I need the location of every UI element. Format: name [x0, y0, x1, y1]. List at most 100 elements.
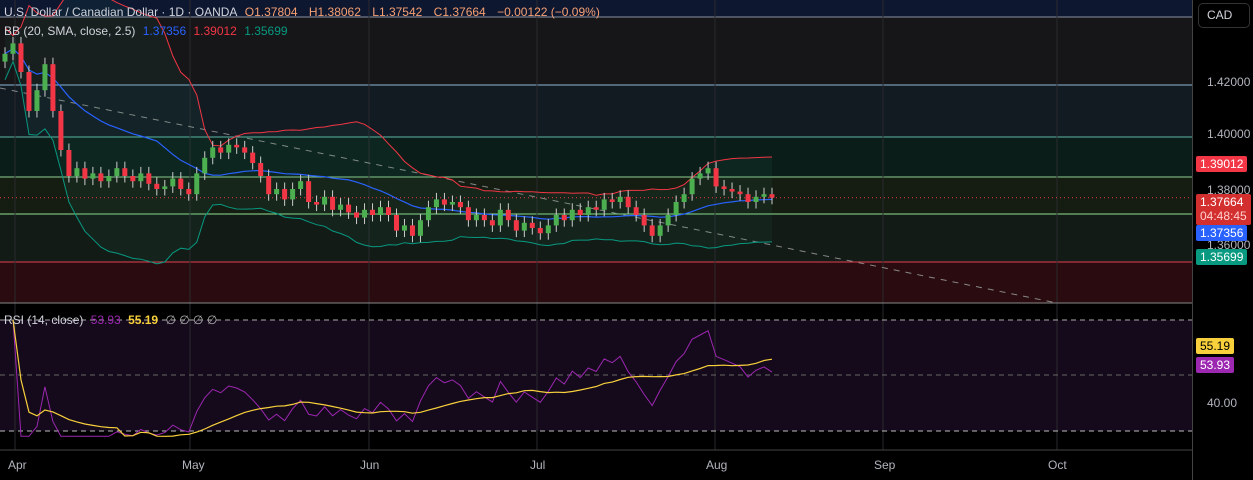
candle-body [106, 176, 112, 182]
candle-body [657, 225, 663, 236]
last-price-tag: 1.37664 04:48:45 [1196, 194, 1251, 225]
candle-body [481, 215, 487, 221]
candle-body [378, 207, 384, 215]
candle-body [306, 181, 312, 202]
candle-body [545, 225, 551, 234]
symbol-legend: U.S. Dollar / Canadian Dollar · 1D · OAN… [4, 5, 604, 19]
bar-countdown: 04:48:45 [1200, 209, 1247, 223]
low-value: 1.37542 [378, 5, 423, 19]
candle-body [290, 189, 296, 200]
candle-body [553, 215, 559, 226]
candle-body [34, 90, 40, 111]
candle-body [689, 178, 695, 195]
candle-body [505, 209, 511, 221]
rsi-tick: 40.00 [1207, 396, 1238, 410]
candle-body [114, 168, 120, 176]
candle-body [146, 173, 152, 184]
candle-body [226, 144, 232, 153]
time-tick: Sep [874, 458, 896, 472]
price-chart[interactable] [0, 0, 1192, 480]
candle-body [202, 157, 208, 174]
candle-body [729, 189, 735, 192]
last-price: 1.37664 [1200, 195, 1244, 209]
candle-body [393, 215, 399, 231]
candle-body [609, 199, 615, 202]
rsi-label: RSI (14, close) [4, 313, 84, 327]
candle-body [417, 220, 423, 236]
candle-body [625, 196, 631, 208]
candle-body [362, 209, 368, 218]
candle-body [745, 194, 751, 202]
candle-body [433, 199, 439, 208]
candle-body [82, 168, 88, 179]
candle-body [673, 202, 679, 215]
candle-body [449, 202, 455, 205]
candle-body [314, 202, 320, 205]
candle-body [186, 189, 192, 195]
candle-body [242, 147, 248, 153]
low-label: L [372, 5, 379, 19]
candle-body [250, 152, 256, 163]
rsi-ma-tag: 55.19 [1196, 338, 1235, 354]
candle-body [721, 186, 727, 189]
candle-body [577, 209, 583, 215]
candle-body [585, 207, 591, 215]
candle-body [42, 64, 48, 91]
candle-body [409, 225, 415, 236]
symbol-title: U.S. Dollar / Canadian Dollar · 1D · OAN… [4, 5, 238, 19]
candle-body [322, 196, 328, 205]
candle-body [130, 176, 136, 182]
candle-body [298, 181, 304, 189]
bb-label: BB (20, SMA, close, 2.5) [4, 24, 136, 38]
candle-body [330, 196, 336, 210]
candle-body [737, 191, 743, 195]
candle-body [457, 202, 463, 208]
time-tick: Jul [530, 458, 546, 472]
rsi-extra-values: ∅ ∅ ∅ ∅ [165, 313, 218, 327]
candle-body [210, 147, 216, 158]
candle-body [425, 207, 431, 221]
candle-body [234, 144, 240, 148]
candle-body [513, 220, 519, 231]
candle-body [154, 183, 160, 189]
candle-body [681, 194, 687, 202]
candle-body [122, 168, 128, 176]
bb-legend[interactable]: BB (20, SMA, close, 2.5) 1.37356 1.39012… [4, 24, 292, 38]
candle-body [170, 178, 176, 187]
candle-body [26, 72, 32, 111]
bb-upper-tag: 1.39012 [1196, 156, 1248, 172]
time-tick: Aug [706, 458, 728, 472]
candle-body [50, 64, 56, 111]
candle-body [162, 186, 168, 189]
candle-body [138, 173, 144, 182]
candle-body [489, 220, 495, 226]
candle-body [593, 207, 599, 210]
candle-body [401, 225, 407, 231]
candle-body [282, 189, 288, 200]
candle-body [497, 209, 503, 226]
candle-body [753, 196, 759, 202]
candle-body [178, 178, 184, 189]
candle-body [601, 199, 607, 210]
candle-body [258, 163, 264, 176]
candle-body [521, 222, 527, 231]
candle-body [761, 194, 767, 197]
candle-body [705, 168, 711, 174]
candle-body [641, 215, 647, 226]
candle-body [218, 147, 224, 153]
candle-body [90, 173, 96, 179]
candle-body [2, 53, 8, 62]
time-tick: Apr [8, 458, 27, 472]
candle-body [441, 199, 447, 205]
bb-lower-tag: 1.35699 [1196, 249, 1248, 265]
candle-body [617, 196, 623, 202]
candle-body [194, 173, 200, 195]
bb-lower-value: 1.35699 [244, 24, 288, 38]
time-tick: Oct [1048, 458, 1067, 472]
candle-body [354, 212, 360, 218]
candle-body [338, 204, 344, 210]
candle-body [465, 207, 471, 221]
currency-button[interactable]: CAD [1198, 3, 1250, 28]
time-tick: May [182, 458, 205, 472]
rsi-legend[interactable]: RSI (14, close) 53.93 55.19 ∅ ∅ ∅ ∅ [4, 313, 221, 327]
